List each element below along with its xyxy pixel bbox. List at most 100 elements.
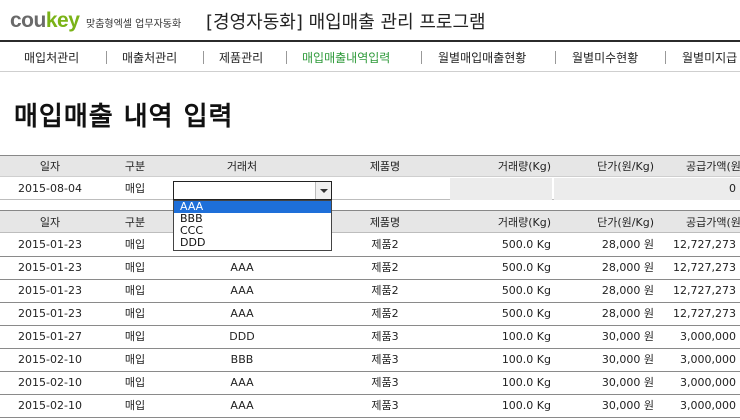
col-header-qty: 거래량(Kg) <box>497 160 551 173</box>
entry-product-field[interactable] <box>320 178 450 200</box>
nav-item-sales-partners[interactable]: 매출처관리 <box>122 49 177 66</box>
cell-product: 제품3 <box>371 330 399 343</box>
col-header-qty: 거래량(Kg) <box>497 216 551 229</box>
entry-price-field <box>554 178 658 200</box>
table-row[interactable]: 2015-02-10 매입 AAA 제품3 100.0 Kg 30,000 원 3,000,… <box>0 372 740 395</box>
col-header-type: 구분 <box>124 160 146 173</box>
cell-partner: AAA <box>230 284 254 297</box>
nav-separator <box>203 51 204 64</box>
list-header-row: 일자 구분 거래처 제품명 거래량(Kg) 단가(원/Kg) 공급가액(원 <box>0 210 740 233</box>
cell-supply: 3,000,000 <box>680 376 736 389</box>
cell-supply: 12,727,273 <box>673 238 736 251</box>
cell-product: 제품3 <box>371 376 399 389</box>
cell-type: 매입 <box>124 238 146 251</box>
partner-dropdown-list: AAA BBB CCC DDD <box>173 200 332 251</box>
col-header-product: 제품명 <box>369 216 401 229</box>
cell-partner: DDD <box>229 330 255 343</box>
nav-item-monthly-payables[interactable]: 월별미지급 <box>682 49 737 66</box>
partner-combobox[interactable] <box>173 181 332 200</box>
cell-qty: 100.0 Kg <box>501 399 551 412</box>
cell-qty: 100.0 Kg <box>501 353 551 366</box>
nav-item-transaction-entry[interactable]: 매입매출내역입력 <box>302 49 390 66</box>
cell-product: 제품3 <box>371 399 399 412</box>
cell-partner: BBB <box>230 353 254 366</box>
col-header-supply: 공급가액(원 <box>686 216 740 229</box>
cell-price: 30,000 원 <box>601 376 654 389</box>
cell-type: 매입 <box>124 399 146 412</box>
col-header-supply: 공급가액(원 <box>686 160 740 173</box>
cell-product: 제품2 <box>371 307 399 320</box>
entry-date-field[interactable]: 2015-08-04 <box>0 178 100 200</box>
table-row[interactable]: 2015-01-23 매입 AAA 제품2 500.0 Kg 28,000 원 12,727… <box>0 280 740 303</box>
cell-type: 매입 <box>124 330 146 343</box>
app-title: [경영자동화] 매입매출 관리 프로그램 <box>206 12 486 33</box>
entry-row: 2015-08-04 매입 0 <box>0 178 740 200</box>
cell-product: 제품3 <box>371 353 399 366</box>
cell-type: 매입 <box>124 376 146 389</box>
cell-date: 2015-01-23 <box>18 261 82 274</box>
col-header-price: 단가(원/Kg) <box>597 160 654 173</box>
cell-date: 2015-02-10 <box>18 376 82 389</box>
cell-product: 제품2 <box>371 284 399 297</box>
table-row[interactable]: 2015-01-23 매입 AAA 제품2 500.0 Kg 28,000 원 12,727… <box>0 257 740 280</box>
app-header: coukey 맞춤형엑셀 업무자동화 [경영자동화] 매입매출 관리 프로그램 <box>0 0 740 42</box>
cell-partner: AAA <box>230 376 254 389</box>
cell-qty: 100.0 Kg <box>501 330 551 343</box>
cell-qty: 500.0 Kg <box>501 307 551 320</box>
nav-item-monthly-status[interactable]: 월별매입매출현황 <box>438 49 526 66</box>
cell-supply: 12,727,273 <box>673 284 736 297</box>
table-row[interactable]: 2015-02-10 매입 AAA 제품3 100.0 Kg 30,000 원 3,000,… <box>0 395 740 418</box>
entry-type-field[interactable]: 매입 <box>102 178 168 200</box>
cell-price: 30,000 원 <box>601 330 654 343</box>
cell-partner: AAA <box>230 307 254 320</box>
entry-qty-field[interactable] <box>450 178 552 200</box>
chevron-down-icon[interactable] <box>315 182 331 199</box>
nav-separator <box>106 51 107 64</box>
nav-separator <box>286 51 287 64</box>
cell-product: 제품2 <box>371 261 399 274</box>
cell-supply: 3,000,000 <box>680 399 736 412</box>
cell-price: 28,000 원 <box>601 238 654 251</box>
table-row[interactable]: 2015-01-23 매입 AAA 제품2 500.0 Kg 28,000 원 12,727… <box>0 303 740 326</box>
cell-product: 제품2 <box>371 238 399 251</box>
nav-item-purchase-partners[interactable]: 매입처관리 <box>24 49 79 66</box>
cell-supply: 3,000,000 <box>680 353 736 366</box>
cell-date: 2015-01-23 <box>18 238 82 251</box>
cell-price: 28,000 원 <box>601 307 654 320</box>
table-row[interactable]: 2015-01-23 매입 제품2 500.0 Kg 28,000 원 12,727,27… <box>0 234 740 257</box>
cell-price: 30,000 원 <box>601 353 654 366</box>
col-header-type: 구분 <box>124 216 146 229</box>
top-nav: 매입처관리 매출처관리 제품관리 매입매출내역입력 월별매입매출현황 월별미수현… <box>0 44 740 72</box>
cell-date: 2015-02-10 <box>18 399 82 412</box>
nav-item-products[interactable]: 제품관리 <box>219 49 263 66</box>
cell-supply: 12,727,273 <box>673 307 736 320</box>
cell-date: 2015-02-10 <box>18 353 82 366</box>
coukey-logo: coukey <box>10 9 80 33</box>
col-header-price: 단가(원/Kg) <box>597 216 654 229</box>
logo-accent-text: key <box>45 9 80 32</box>
table-row[interactable]: 2015-01-27 매입 DDD 제품3 100.0 Kg 30,000 원 3,000,… <box>0 326 740 349</box>
page-title: 매입매출 내역 입력 <box>14 102 234 132</box>
col-header-product: 제품명 <box>369 160 401 173</box>
table-row[interactable]: 2015-02-10 매입 BBB 제품3 100.0 Kg 30,000 원 3,000,… <box>0 349 740 372</box>
logo-main-text: cou <box>10 9 46 32</box>
cell-qty: 500.0 Kg <box>501 238 551 251</box>
cell-type: 매입 <box>124 353 146 366</box>
cell-partner: AAA <box>230 261 254 274</box>
cell-qty: 500.0 Kg <box>501 261 551 274</box>
cell-type: 매입 <box>124 284 146 297</box>
nav-item-monthly-receivables[interactable]: 월별미수현황 <box>572 49 638 66</box>
cell-price: 28,000 원 <box>601 261 654 274</box>
nav-separator <box>555 51 556 64</box>
entry-supply-field: 0 <box>658 178 740 200</box>
cell-supply: 12,727,273 <box>673 261 736 274</box>
cell-qty: 100.0 Kg <box>501 376 551 389</box>
cell-date: 2015-01-27 <box>18 330 82 343</box>
nav-separator <box>665 51 666 64</box>
cell-price: 28,000 원 <box>601 284 654 297</box>
cell-qty: 500.0 Kg <box>501 284 551 297</box>
cell-partner: AAA <box>230 399 254 412</box>
dropdown-option[interactable]: DDD <box>174 237 331 249</box>
col-header-partner: 거래처 <box>226 160 258 173</box>
col-header-date: 일자 <box>39 160 61 173</box>
